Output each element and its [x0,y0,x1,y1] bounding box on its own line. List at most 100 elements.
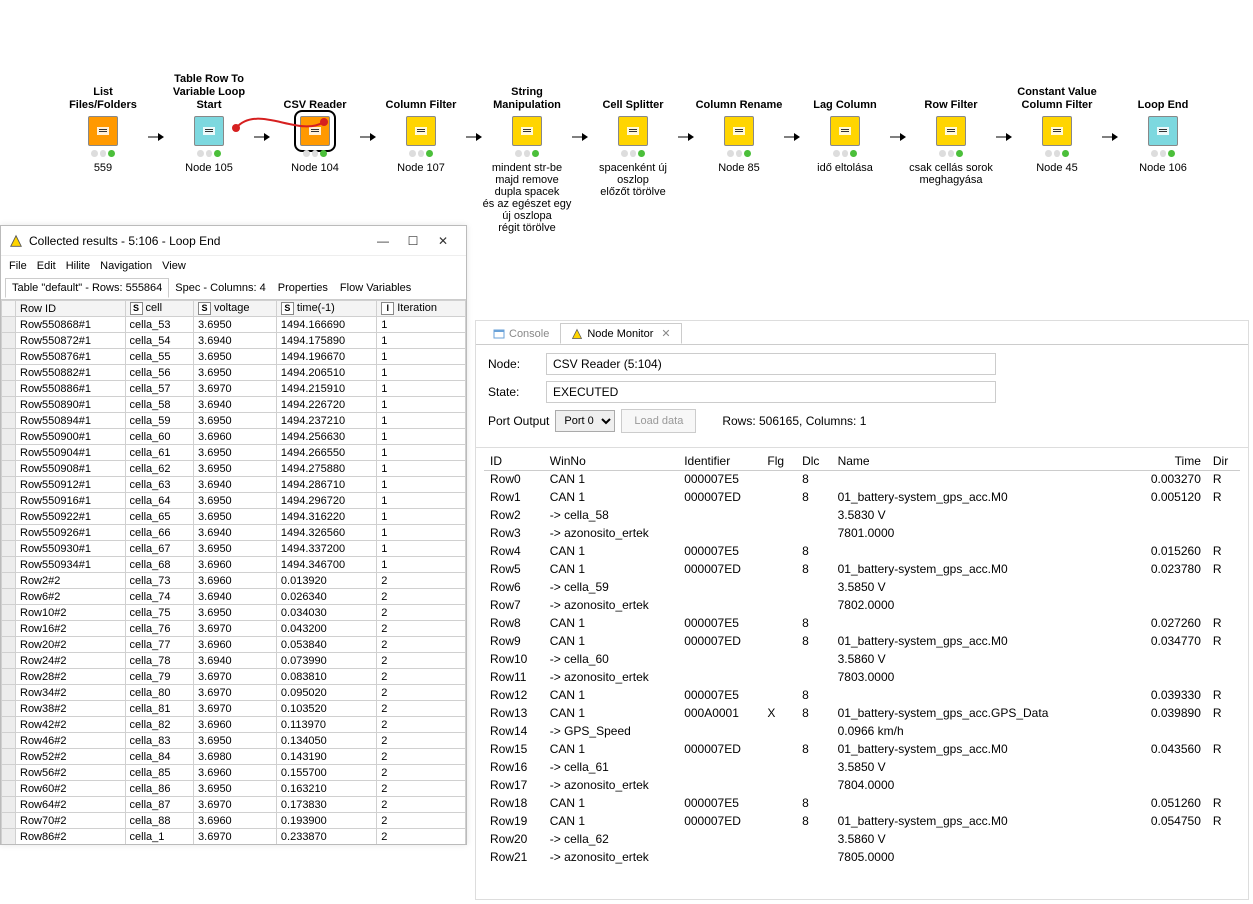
tab-table-default[interactable]: Table "default" - Rows: 555864 [5,278,169,298]
minimize-button[interactable]: — [368,231,398,251]
table-row[interactable]: Row550882#1cella_563.69501494.2065101 [2,365,466,381]
monitor-row[interactable]: Row15CAN 1000007ED801_battery-system_gps… [484,740,1240,758]
workflow-node[interactable]: Row Filtercsak cellás sorokmeghagyása [906,80,996,186]
tab-flow-variables[interactable]: Flow Variables [334,279,417,297]
titlebar[interactable]: Collected results - 5:106 - Loop End — ☐… [1,226,466,256]
tab-console[interactable]: Console [482,324,560,344]
monitor-row[interactable]: Row19CAN 1000007ED801_battery-system_gps… [484,812,1240,830]
table-row[interactable]: Row46#2cella_833.69500.1340502 [2,733,466,749]
workflow-node[interactable]: Constant ValueColumn FilterNode 45 [1012,80,1102,174]
workflow-node[interactable]: List Files/Folders559 [58,80,148,174]
table-row[interactable]: Row20#2cella_773.69600.0538402 [2,637,466,653]
close-tab-icon[interactable]: ✕ [661,327,670,340]
table-row[interactable]: Row64#2cella_873.69700.1738302 [2,797,466,813]
table-row[interactable]: Row550922#1cella_653.69501494.3162201 [2,509,466,525]
monitor-row[interactable]: Row8CAN 1000007E580.027260R [484,614,1240,632]
table-row[interactable]: Row550868#1cella_533.69501494.1666901 [2,317,466,333]
monitor-cell [761,632,796,650]
table-row[interactable]: Row550926#1cella_663.69401494.3265601 [2,525,466,541]
table-row[interactable]: Row16#2cella_763.69700.0432002 [2,621,466,637]
workflow-node[interactable]: Column RenameNode 85 [694,80,784,174]
monitor-row[interactable]: Row12CAN 1000007E580.039330R [484,686,1240,704]
table-row[interactable]: Row550934#1cella_683.69601494.3467001 [2,557,466,573]
monitor-column-header[interactable]: Identifier [678,452,761,470]
table-row[interactable]: Row550930#1cella_673.69501494.3372001 [2,541,466,557]
monitor-column-header[interactable]: Time [1110,452,1207,470]
menu-file[interactable]: File [9,260,27,272]
table-row[interactable]: Row70#2cella_883.69600.1939002 [2,813,466,829]
monitor-row[interactable]: Row11-> azonosito_ertek7803.0000 [484,668,1240,686]
table-row[interactable]: Row52#2cella_843.69800.1431902 [2,749,466,765]
monitor-row[interactable]: Row0CAN 1000007E580.003270R [484,470,1240,488]
column-header[interactable]: Stime(-1) [276,301,376,317]
table-row[interactable]: Row550900#1cella_603.69601494.2566301 [2,429,466,445]
menu-view[interactable]: View [162,260,186,272]
monitor-row[interactable]: Row20-> cella_623.5860 V [484,830,1240,848]
monitor-column-header[interactable]: Dlc [796,452,832,470]
workflow-node[interactable]: Lag Columnidő eltolása [800,80,890,174]
menu-navigation[interactable]: Navigation [100,260,152,272]
table-row[interactable]: Row34#2cella_803.69700.0950202 [2,685,466,701]
column-header[interactable]: Row ID [16,301,126,317]
monitor-row[interactable]: Row21-> azonosito_ertek7805.0000 [484,848,1240,866]
table-row[interactable]: Row550890#1cella_583.69401494.2267201 [2,397,466,413]
workflow-node[interactable]: String Manipulationmindent str-bemajd re… [482,80,572,234]
tab-spec[interactable]: Spec - Columns: 4 [169,279,271,297]
monitor-column-header[interactable]: ID [484,452,544,470]
table-row[interactable]: Row550916#1cella_643.69501494.2967201 [2,493,466,509]
monitor-row[interactable]: Row13CAN 1000A0001X801_battery-system_gp… [484,704,1240,722]
monitor-row[interactable]: Row14-> GPS_Speed0.0966 km/h [484,722,1240,740]
workflow-node[interactable]: Loop EndNode 106 [1118,80,1208,174]
table-row[interactable]: Row550908#1cella_623.69501494.2758801 [2,461,466,477]
monitor-row[interactable]: Row2-> cella_583.5830 V [484,506,1240,524]
port-select[interactable]: Port 0 [555,410,615,432]
table-row[interactable]: Row60#2cella_863.69500.1632102 [2,781,466,797]
table-row[interactable]: Row550904#1cella_613.69501494.2665501 [2,445,466,461]
maximize-button[interactable]: ☐ [398,231,428,251]
monitor-row[interactable]: Row17-> azonosito_ertek7804.0000 [484,776,1240,794]
table-row[interactable]: Row10#2cella_753.69500.0340302 [2,605,466,621]
monitor-row[interactable]: Row7-> azonosito_ertek7802.0000 [484,596,1240,614]
load-data-button[interactable]: Load data [621,409,696,433]
monitor-column-header[interactable]: Flg [761,452,796,470]
table-row[interactable]: Row550894#1cella_593.69501494.2372101 [2,413,466,429]
workflow-node[interactable]: Cell Splitterspacenként új oszlopelőzőt … [588,80,678,198]
table-row[interactable]: Row550876#1cella_553.69501494.1966701 [2,349,466,365]
monitor-row[interactable]: Row3-> azonosito_ertek7801.0000 [484,524,1240,542]
table-row[interactable]: Row2#2cella_733.69600.0139202 [2,573,466,589]
tab-properties[interactable]: Properties [272,279,334,297]
monitor-column-header[interactable]: WinNo [544,452,678,470]
table-row[interactable]: Row24#2cella_783.69400.0739902 [2,653,466,669]
column-header[interactable]: IIteration [377,301,466,317]
table-row[interactable]: Row550912#1cella_633.69401494.2867101 [2,477,466,493]
monitor-row[interactable]: Row9CAN 1000007ED801_battery-system_gps_… [484,632,1240,650]
column-header[interactable]: Svoltage [194,301,277,317]
table-row[interactable]: Row550886#1cella_573.69701494.2159101 [2,381,466,397]
results-table[interactable]: Row IDScellSvoltageStime(-1)IIterationRo… [1,300,466,844]
monitor-row[interactable]: Row16-> cella_613.5850 V [484,758,1240,776]
column-header[interactable]: Scell [125,301,193,317]
monitor-row[interactable]: Row4CAN 1000007E580.015260R [484,542,1240,560]
table-row[interactable]: Row56#2cella_853.69600.1557002 [2,765,466,781]
monitor-row[interactable]: Row5CAN 1000007ED801_battery-system_gps_… [484,560,1240,578]
workflow-node[interactable]: Column FilterNode 107 [376,80,466,174]
node-monitor-panel[interactable]: Console Node Monitor ✕ Node: CSV Reader … [475,320,1249,900]
results-dialog[interactable]: Collected results - 5:106 - Loop End — ☐… [0,225,467,845]
monitor-table[interactable]: IDWinNoIdentifierFlgDlcNameTimeDirRow0CA… [476,448,1248,899]
monitor-column-header[interactable]: Name [832,452,1110,470]
close-button[interactable]: ✕ [428,231,458,251]
table-row[interactable]: Row6#2cella_743.69400.0263402 [2,589,466,605]
table-row[interactable]: Row86#2cella_13.69700.2338702 [2,829,466,845]
monitor-row[interactable]: Row1CAN 1000007ED801_battery-system_gps_… [484,488,1240,506]
table-row[interactable]: Row28#2cella_793.69700.0838102 [2,669,466,685]
menu-hilite[interactable]: Hilite [66,260,90,272]
monitor-row[interactable]: Row6-> cella_593.5850 V [484,578,1240,596]
monitor-row[interactable]: Row10-> cella_603.5860 V [484,650,1240,668]
table-row[interactable]: Row550872#1cella_543.69401494.1758901 [2,333,466,349]
table-row[interactable]: Row38#2cella_813.69700.1035202 [2,701,466,717]
menu-edit[interactable]: Edit [37,260,56,272]
monitor-row[interactable]: Row18CAN 1000007E580.051260R [484,794,1240,812]
table-row[interactable]: Row42#2cella_823.69600.1139702 [2,717,466,733]
tab-node-monitor[interactable]: Node Monitor ✕ [560,323,681,344]
monitor-column-header[interactable]: Dir [1207,452,1240,470]
